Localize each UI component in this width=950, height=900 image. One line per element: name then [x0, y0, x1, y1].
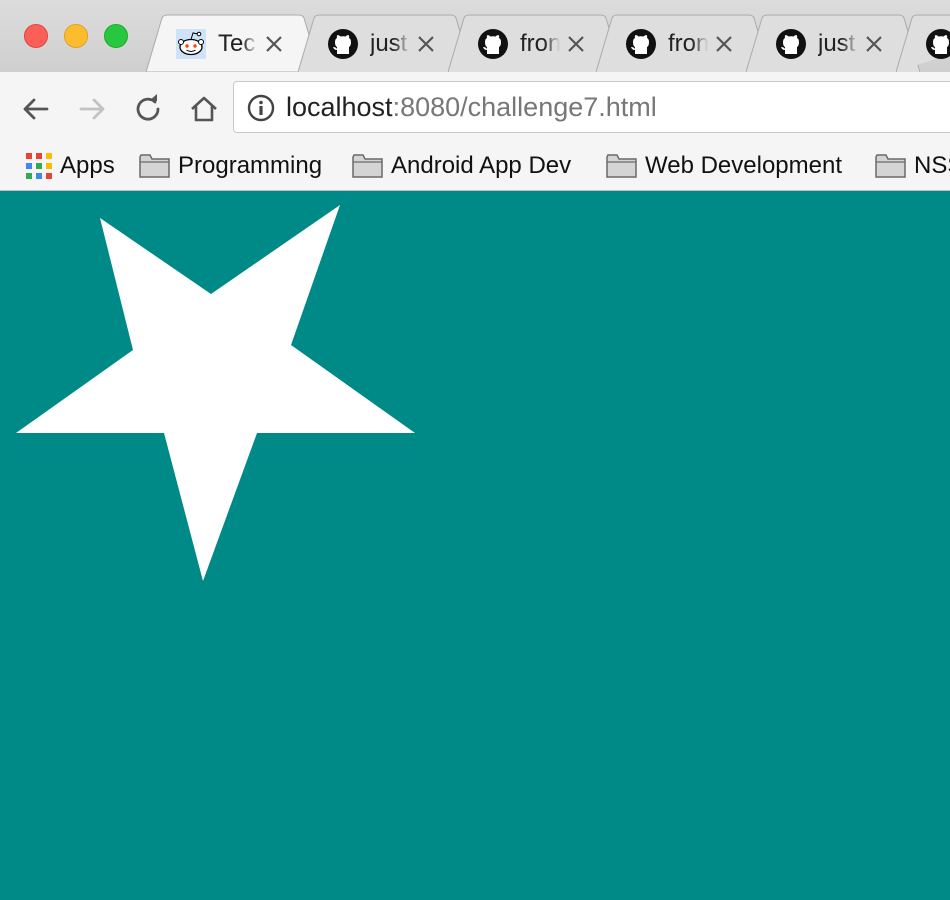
- window-maximize-button[interactable]: [104, 24, 128, 48]
- reddit-icon: [176, 29, 206, 59]
- bookmark-label: Android App Dev: [391, 152, 572, 179]
- page-content: [0, 191, 950, 900]
- tab-title: Tec: [218, 30, 256, 57]
- tab-title: just: [818, 30, 856, 57]
- star-shape: [16, 205, 415, 581]
- bookmark-label: Programming: [178, 152, 323, 179]
- close-icon[interactable]: [414, 32, 438, 56]
- info-icon[interactable]: [247, 94, 275, 122]
- browser-toolbar: localhost:8080/challenge7.html: [0, 72, 950, 146]
- close-icon[interactable]: [712, 32, 736, 56]
- reload-icon[interactable]: [131, 92, 165, 126]
- bookmark-web-development[interactable]: Web Development: [606, 148, 842, 184]
- url-text: localhost:8080/challenge7.html: [286, 92, 657, 123]
- tab-title: just: [370, 30, 408, 57]
- bookmark-android-app-dev[interactable]: Android App Dev: [352, 148, 571, 184]
- tab-title: fron: [668, 30, 708, 57]
- bookmark-label: Web Development: [645, 152, 842, 179]
- bookmark-programming[interactable]: Programming: [139, 148, 322, 184]
- github-icon: [328, 29, 358, 59]
- tab-4[interactable]: just: [746, 14, 920, 72]
- tab-3[interactable]: fron: [596, 14, 770, 72]
- bookmark-label: Apps: [60, 152, 115, 179]
- folder-icon: [139, 154, 170, 178]
- close-icon[interactable]: [564, 32, 588, 56]
- window-close-button[interactable]: [24, 24, 48, 48]
- apps-grid-icon: [26, 153, 52, 179]
- bookmark-apps[interactable]: Apps: [26, 148, 115, 184]
- tab-5[interactable]: [896, 14, 950, 72]
- tab-strip: Tec just fron fron just: [0, 0, 950, 72]
- close-icon[interactable]: [262, 32, 286, 56]
- address-bar[interactable]: localhost:8080/challenge7.html: [233, 81, 950, 133]
- back-arrow-icon[interactable]: [19, 92, 53, 126]
- folder-icon: [606, 154, 637, 178]
- url-path: :8080/challenge7.html: [392, 92, 657, 122]
- folder-icon: [875, 154, 906, 178]
- home-icon[interactable]: [187, 92, 221, 126]
- github-icon: [926, 29, 950, 59]
- forward-arrow-icon[interactable]: [75, 92, 109, 126]
- close-icon[interactable]: [862, 32, 886, 56]
- tab-1[interactable]: just: [298, 14, 472, 72]
- tab-title: fron: [520, 30, 560, 57]
- folder-icon: [352, 154, 383, 178]
- bookmark-label: NSS: [914, 152, 950, 179]
- github-icon: [776, 29, 806, 59]
- bookmark-nss[interactable]: NSS: [875, 148, 950, 184]
- window-minimize-button[interactable]: [64, 24, 88, 48]
- bookmarks-bar: Apps Programming Android App Dev Web Dev…: [0, 146, 950, 191]
- url-host: localhost: [286, 92, 393, 122]
- github-icon: [626, 29, 656, 59]
- tab-0[interactable]: Tec: [146, 14, 320, 72]
- github-icon: [478, 29, 508, 59]
